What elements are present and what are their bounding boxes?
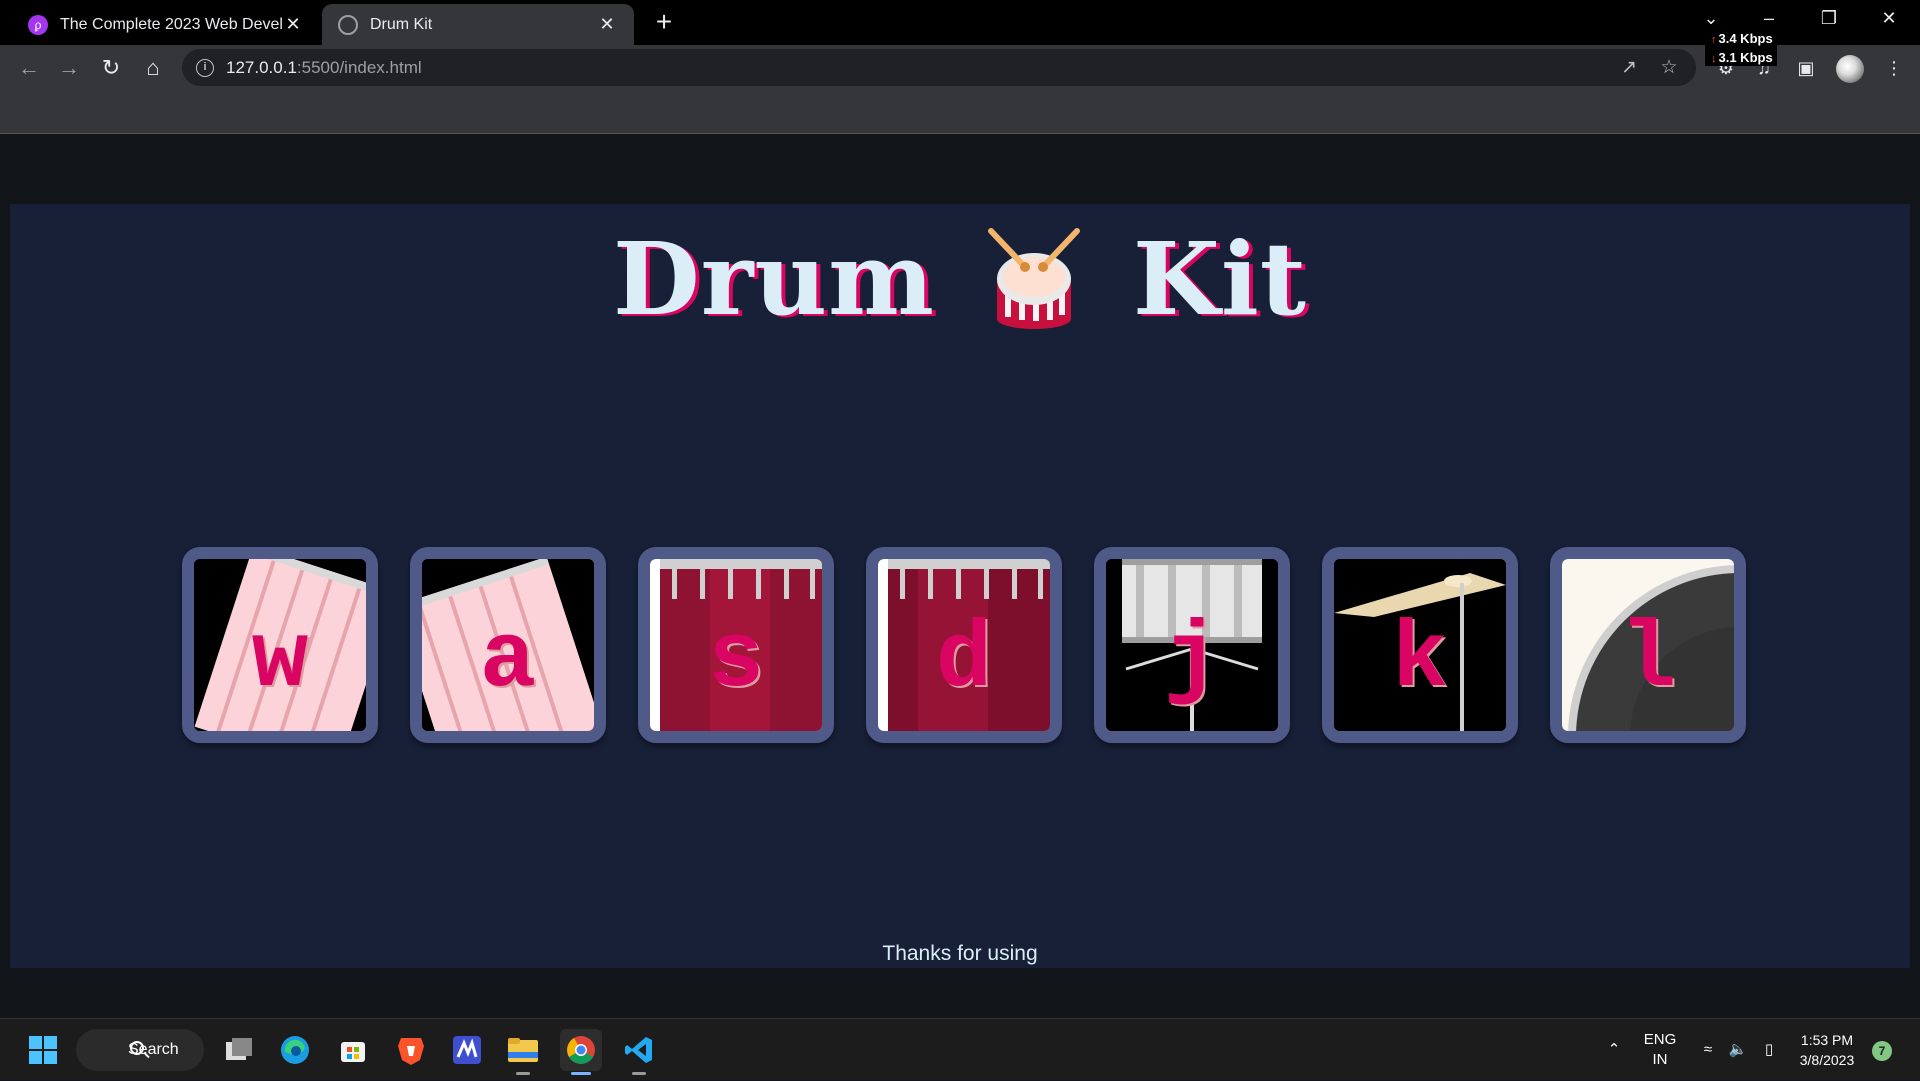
battery-icon[interactable]: ▯ (1754, 1019, 1784, 1081)
chrome-icon[interactable] (560, 1029, 602, 1075)
drum-set: w a s d j k l (182, 547, 1746, 743)
forward-icon[interactable]: → (52, 51, 86, 85)
wifi-icon[interactable]: ≈ (1694, 1019, 1722, 1081)
site-info-icon[interactable]: i (196, 58, 214, 77)
drum-key-label: d (935, 608, 993, 714)
region-code: IN (1652, 1051, 1668, 1068)
page-viewport: Drum Kit w a s d j k l Thanks for using (0, 134, 1920, 1018)
new-tab-button[interactable]: + (648, 6, 680, 38)
windows-start-icon[interactable] (22, 1029, 64, 1071)
drum-key-label: s (707, 608, 765, 714)
taskbar-search[interactable]: Search (76, 1029, 204, 1071)
drum-key-label: w (251, 608, 309, 714)
drum-button-s[interactable]: s (638, 547, 834, 743)
drum-key-label: j (1163, 608, 1221, 714)
upload-speed: 3.4 Kbps (1711, 30, 1777, 49)
chevron-up-icon[interactable]: ⌃ (1600, 1019, 1628, 1081)
reload-icon[interactable]: ↻ (94, 51, 128, 85)
tab-udemy[interactable]: ϼ The Complete 2023 Web Develop ✕ (12, 4, 320, 45)
drum-button-w[interactable]: w (182, 547, 378, 743)
search-icon (130, 1041, 144, 1055)
bookmark-star-icon[interactable]: ☆ (1656, 55, 1682, 81)
close-window-button[interactable]: ✕ (1860, 0, 1918, 36)
language-code: ENG (1643, 1031, 1677, 1048)
notification-badge[interactable]: 7 (1872, 1041, 1892, 1061)
drum-kit-page: Drum Kit w a s d j k l Thanks for using (10, 204, 1910, 968)
globe-icon (338, 14, 358, 35)
browser-toolbar: ← → ↻ ⌂ i 127.0.0.1:5500/index.html ↗ ☆ … (0, 45, 1920, 90)
tab-title: The Complete 2023 Web Develop (60, 15, 282, 33)
task-view-icon[interactable] (218, 1029, 260, 1071)
edge-icon[interactable] (274, 1029, 316, 1071)
file-explorer-icon[interactable] (502, 1029, 544, 1075)
share-icon[interactable]: ↗ (1616, 55, 1642, 81)
drum-key-label: l (1619, 608, 1677, 714)
active-indicator (571, 1072, 591, 1075)
mathpix-icon[interactable] (446, 1029, 488, 1071)
download-speed: 3.1 Kbps (1711, 49, 1777, 68)
drum-button-l[interactable]: l (1550, 547, 1746, 743)
running-indicator (516, 1072, 530, 1075)
tab-title: Drum Kit (370, 15, 433, 33)
drum-icon (987, 228, 1080, 329)
menu-icon[interactable]: ⋮ (1880, 55, 1908, 81)
tab-drum-kit[interactable]: Drum Kit ✕ (322, 4, 634, 45)
back-icon[interactable]: ← (12, 51, 46, 85)
restore-button[interactable]: ❐ (1800, 0, 1858, 36)
brave-icon[interactable] (390, 1029, 432, 1071)
windows-taskbar: Search ⌃ ENG IN ≈ 🔈 ▯ 1:53 PM 3/8/2023 7 (0, 1018, 1920, 1080)
vscode-icon[interactable] (618, 1029, 660, 1075)
close-tab-icon[interactable]: ✕ (282, 14, 304, 35)
home-icon[interactable]: ⌂ (136, 51, 170, 85)
network-speed-widget: 3.4 Kbps 3.1 Kbps (1705, 30, 1777, 66)
close-tab-icon[interactable]: ✕ (596, 14, 618, 35)
profile-avatar[interactable] (1836, 55, 1864, 83)
side-panel-icon[interactable]: ▣ (1792, 55, 1820, 81)
bookmark-bar (0, 90, 1920, 134)
tab-strip: ϼ The Complete 2023 Web Develop ✕ Drum K… (0, 0, 1920, 45)
language-indicator[interactable]: ENG IN (1638, 1019, 1682, 1081)
page-title: Drum Kit (10, 220, 1910, 338)
store-icon[interactable] (332, 1029, 374, 1071)
drum-button-j[interactable]: j (1094, 547, 1290, 743)
clock-time: 1:53 PM (1800, 1032, 1854, 1048)
drum-key-label: a (479, 608, 537, 714)
udemy-icon: ϼ (28, 14, 48, 35)
address-bar[interactable]: i 127.0.0.1:5500/index.html ↗ ☆ (182, 49, 1696, 86)
clock-date: 3/8/2023 (1799, 1052, 1855, 1068)
drum-button-k[interactable]: k (1322, 547, 1518, 743)
clock[interactable]: 1:53 PM 3/8/2023 (1792, 1019, 1862, 1081)
footer-text: Thanks for using (882, 942, 1038, 965)
url-text: 127.0.0.1:5500/index.html (226, 57, 422, 77)
drum-key-label: k (1391, 608, 1449, 714)
volume-icon[interactable]: 🔈 (1724, 1019, 1752, 1081)
running-indicator (632, 1072, 646, 1075)
title-kit: Kit (1132, 220, 1307, 338)
drum-button-d[interactable]: d (866, 547, 1062, 743)
title-drum: Drum (612, 220, 935, 338)
drum-button-a[interactable]: a (410, 547, 606, 743)
